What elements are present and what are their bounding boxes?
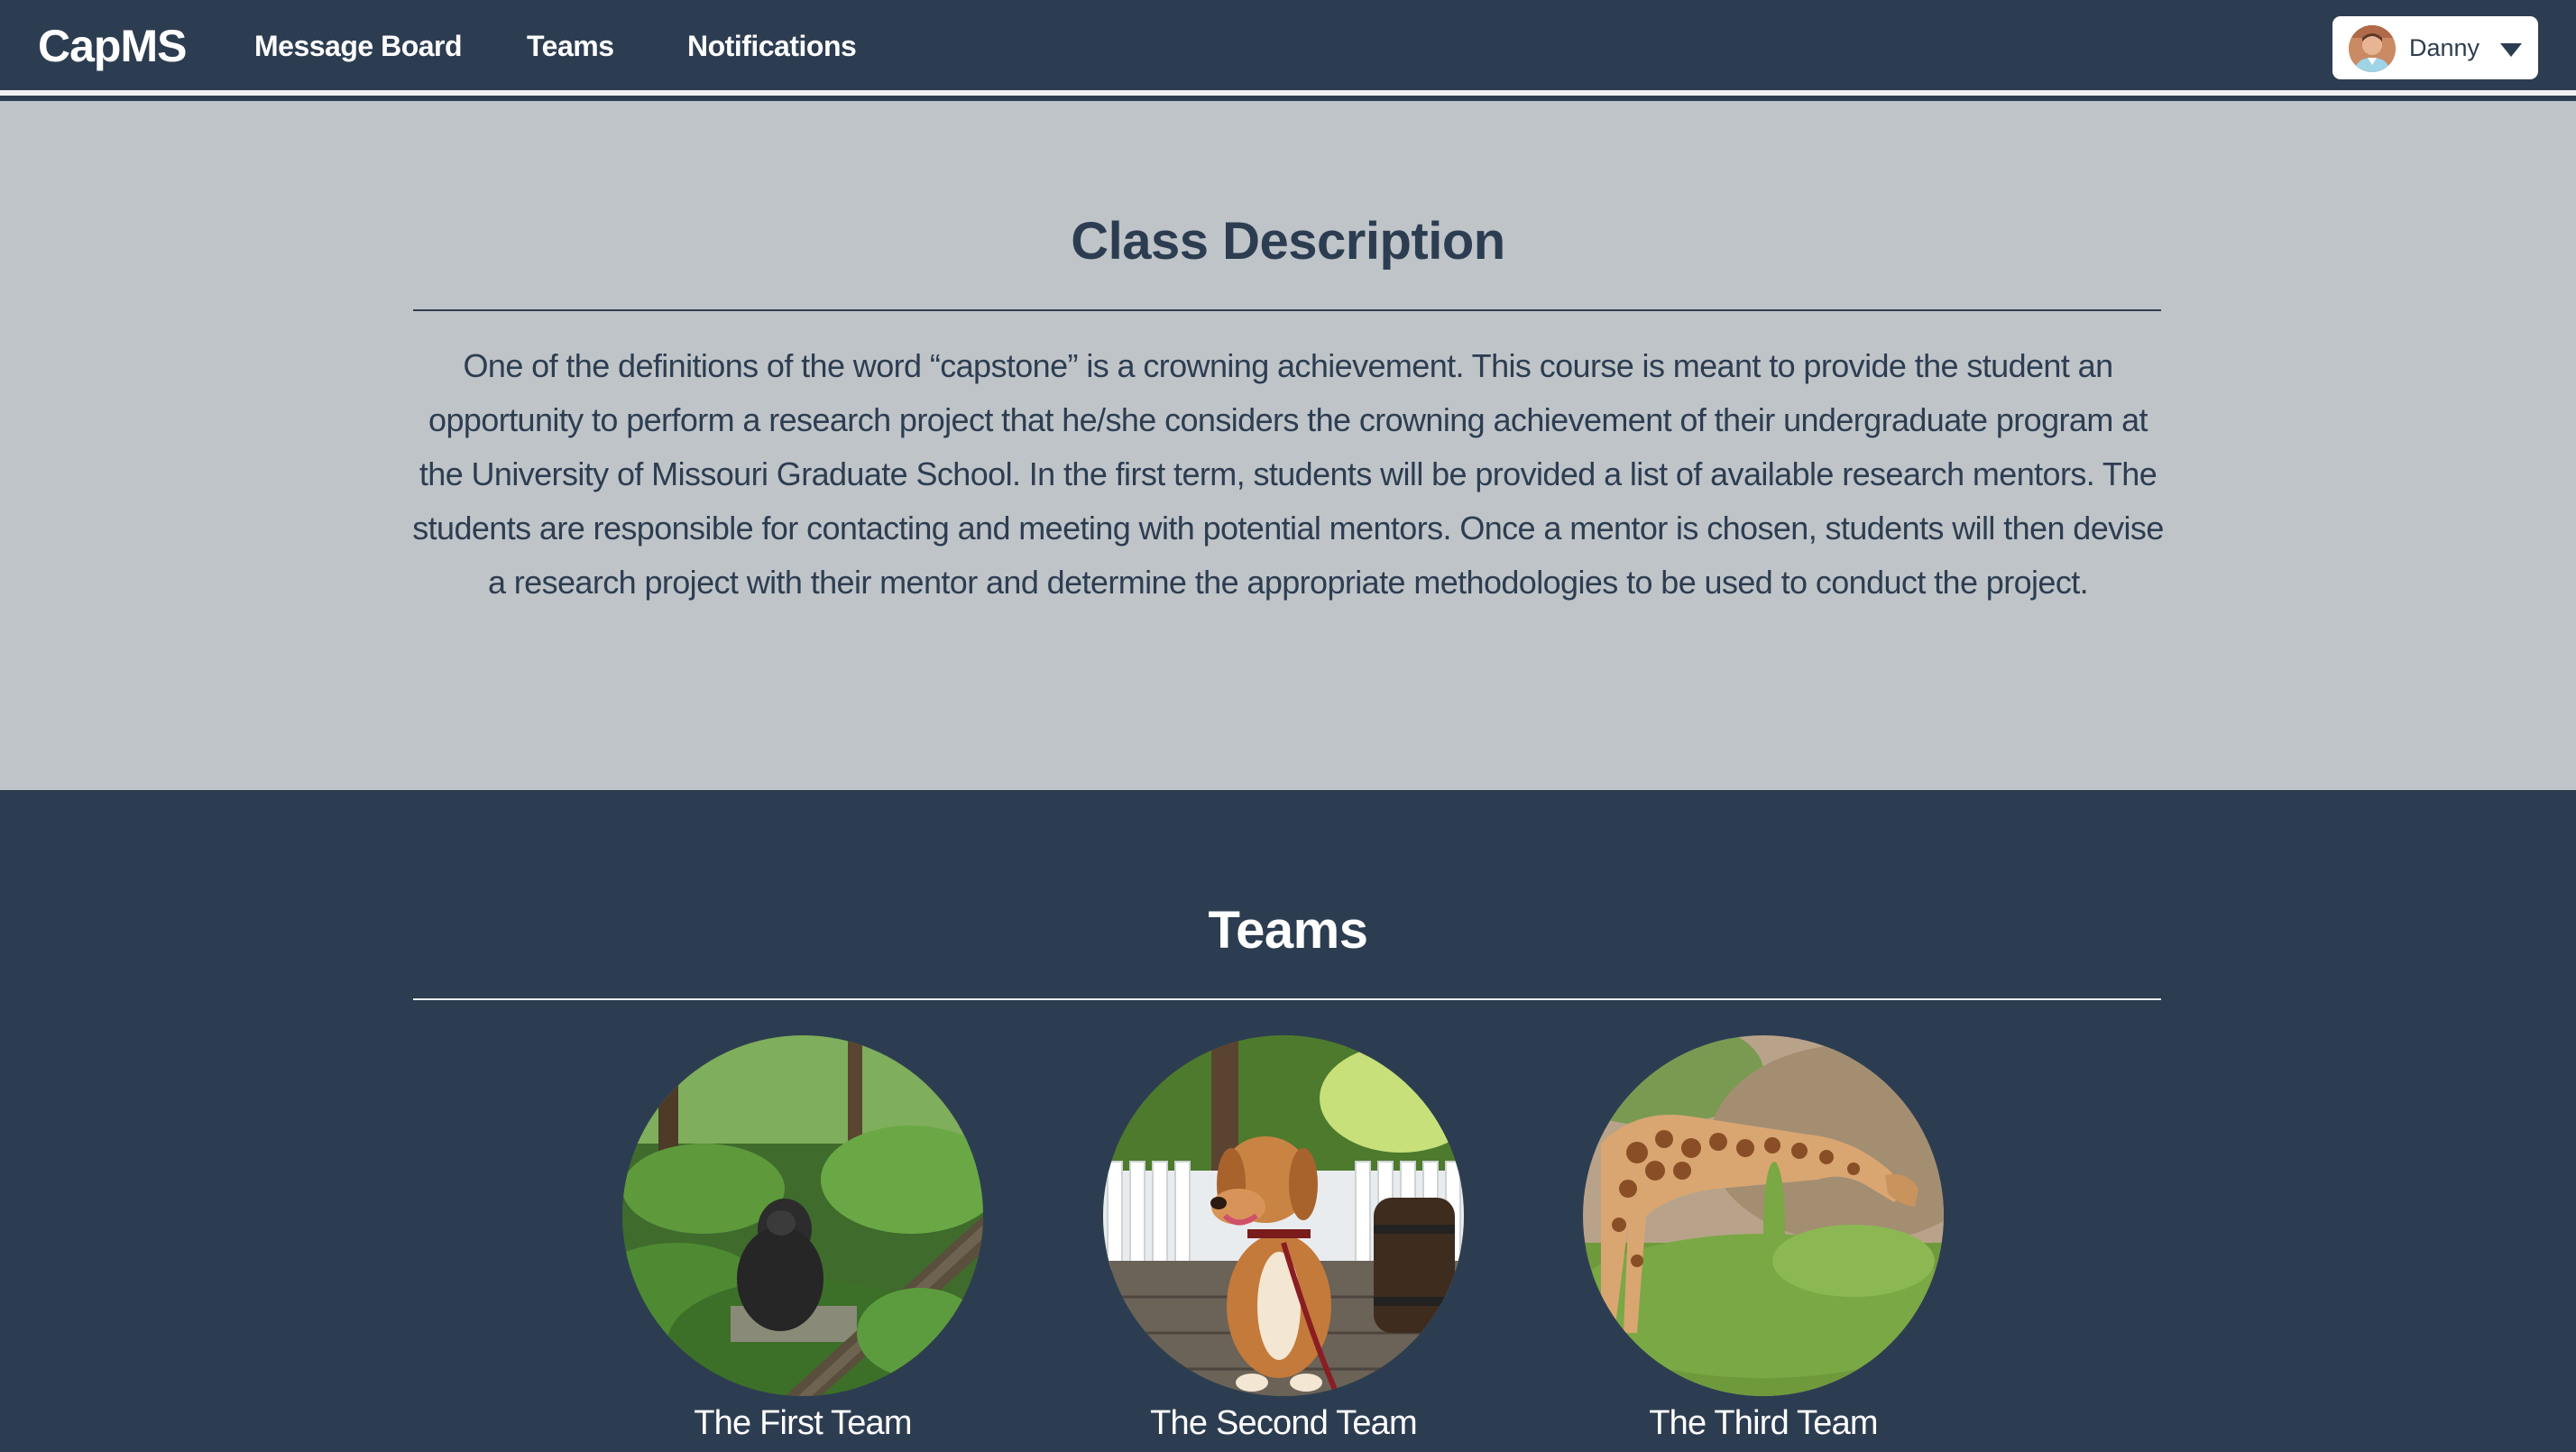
nav-link-teams[interactable]: Teams <box>527 23 614 69</box>
gorilla-photo[interactable] <box>622 1035 983 1396</box>
user-name: Danny <box>2409 34 2480 61</box>
team-card[interactable]: The First Team <box>622 1035 983 1442</box>
team-name[interactable]: The Third Team <box>1493 1400 2034 1447</box>
user-menu-button[interactable]: Danny <box>2332 16 2538 79</box>
teams-title: Teams <box>1208 901 1368 960</box>
class-description-text: One of the definitions of the word “caps… <box>412 347 2164 601</box>
giraffe-photo[interactable] <box>1583 1035 1944 1396</box>
caret-down-icon <box>2500 43 2522 57</box>
dog-photo[interactable] <box>1103 1035 1464 1396</box>
team-name[interactable]: The Second Team <box>1013 1400 1554 1447</box>
team-card[interactable]: The Second Team <box>1103 1035 1464 1442</box>
brand-logo[interactable]: CapMS <box>38 16 187 76</box>
nav-link-notifications[interactable]: Notifications <box>687 23 857 69</box>
section-divider <box>413 309 2161 311</box>
class-description-title: Class Description <box>1071 212 1505 271</box>
nav-link-message-board[interactable]: Message Board <box>254 23 463 69</box>
team-card[interactable]: The Third Team <box>1583 1035 1944 1442</box>
user-avatar <box>2349 25 2396 72</box>
class-description-section: Class Description One of the definitions… <box>0 101 2576 790</box>
top-navbar: CapMS Message Board Teams Notifications … <box>0 0 2576 96</box>
section-divider <box>413 998 2161 1000</box>
team-name[interactable]: The First Team <box>532 1400 1073 1447</box>
